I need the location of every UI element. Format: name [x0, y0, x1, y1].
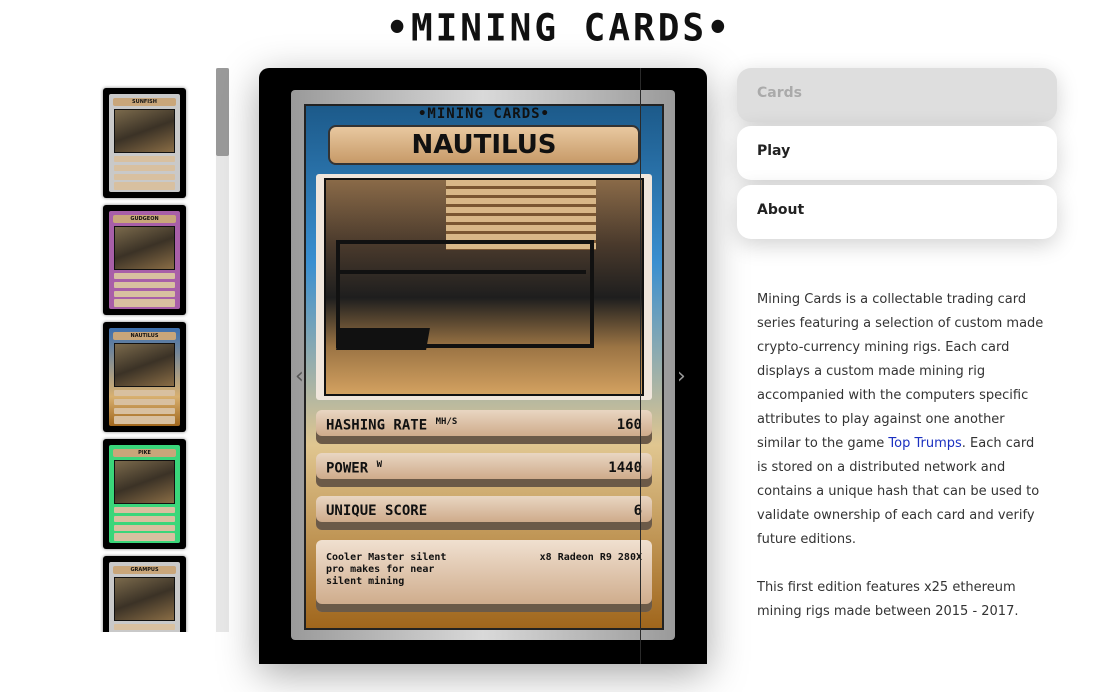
- site-title: •MINING CARDS•: [386, 6, 732, 51]
- chevron-left-icon[interactable]: ‹: [295, 364, 304, 389]
- stat-value: 160: [616, 417, 642, 433]
- thumbnail-photo: [114, 109, 175, 153]
- about-paragraph-1: Mining Cards is a collectable trading ca…: [757, 288, 1047, 552]
- thumbnail-card[interactable]: GUDGEON: [103, 205, 186, 315]
- top-trumps-link[interactable]: Top Trumps: [888, 436, 961, 451]
- thumbnail-inner: PIKE: [109, 445, 180, 543]
- thumbnail-name: NAUTILUS: [113, 332, 176, 340]
- stat-hashing-rate[interactable]: HASHING RATE MH/S 160: [316, 410, 652, 444]
- menu-play[interactable]: Play: [737, 126, 1057, 180]
- stat-label: UNIQUE SCORE: [326, 503, 428, 519]
- thumbnail-inner: NAUTILUS: [109, 328, 180, 426]
- stat-unique-score[interactable]: UNIQUE SCORE 6: [316, 496, 652, 530]
- card-gpu-text: x8 Radeon R9 280X: [539, 552, 642, 563]
- menu-cards[interactable]: Cards: [737, 68, 1057, 122]
- card-viewer: •MINING CARDS• NAUTILUS HASHING RATE MH/…: [259, 68, 707, 664]
- stat-label: POWER: [326, 460, 369, 477]
- thumbnail-card[interactable]: NAUTILUS: [103, 322, 186, 432]
- thumbnail-card[interactable]: SUNFISH: [103, 88, 186, 198]
- thumbnail-card[interactable]: GRAMPUS: [103, 556, 186, 632]
- card-name: NAUTILUS: [328, 125, 640, 165]
- thumbnail-photo: [114, 226, 175, 270]
- viewer-divider: [640, 68, 641, 664]
- stat-unit: MH/S: [435, 417, 458, 427]
- thumbnail-inner: GUDGEON: [109, 211, 180, 309]
- card-series: •MINING CARDS•: [417, 106, 550, 122]
- thumbnail-card[interactable]: PIKE: [103, 439, 186, 549]
- menu-cards-label: Cards: [757, 85, 802, 101]
- menu-about[interactable]: About: [737, 185, 1057, 239]
- thumbnail-inner: SUNFISH: [109, 94, 180, 192]
- thumbnail-photo: [114, 460, 175, 504]
- menu-about-label: About: [757, 202, 805, 218]
- card-description-text: Cooler Master silent pro makes for near …: [326, 552, 447, 587]
- thumbnail-name: SUNFISH: [113, 98, 176, 106]
- scrollbar-thumb[interactable]: [216, 68, 229, 156]
- card-photo-frame: [316, 174, 652, 400]
- thumbnail-name: PIKE: [113, 449, 176, 457]
- card-description: Cooler Master silent pro makes for near …: [316, 540, 652, 612]
- thumbnail-photo: [114, 343, 175, 387]
- thumbnail-inner: GRAMPUS: [109, 562, 180, 632]
- stat-value: 1440: [608, 460, 642, 476]
- thumbnail-photo: [114, 577, 175, 621]
- stat-unit: W: [376, 460, 383, 470]
- about-text-part: . Each card is stored on a distributed n…: [757, 436, 1040, 547]
- about-text: Mining Cards is a collectable trading ca…: [757, 288, 1047, 624]
- about-text-part: Mining Cards is a collectable trading ca…: [757, 292, 1044, 451]
- card-photo: [324, 178, 644, 396]
- card-frame: •MINING CARDS• NAUTILUS HASHING RATE MH/…: [291, 90, 675, 640]
- thumbnail-name: GUDGEON: [113, 215, 176, 223]
- thumbnail-scrollbar[interactable]: [216, 68, 229, 632]
- trading-card: •MINING CARDS• NAUTILUS HASHING RATE MH/…: [304, 104, 664, 630]
- thumbnail-list: SUNFISH GUDGEON NAUTILUS PIKE GRAMPUS: [100, 68, 230, 632]
- chevron-right-icon[interactable]: ›: [677, 364, 686, 389]
- stat-label: HASHING RATE: [326, 417, 428, 434]
- stat-power[interactable]: POWER W 1440: [316, 453, 652, 487]
- thumbnail-name: GRAMPUS: [113, 566, 176, 574]
- menu-play-label: Play: [757, 143, 791, 159]
- about-paragraph-2: This first edition features x25 ethereum…: [757, 580, 1019, 619]
